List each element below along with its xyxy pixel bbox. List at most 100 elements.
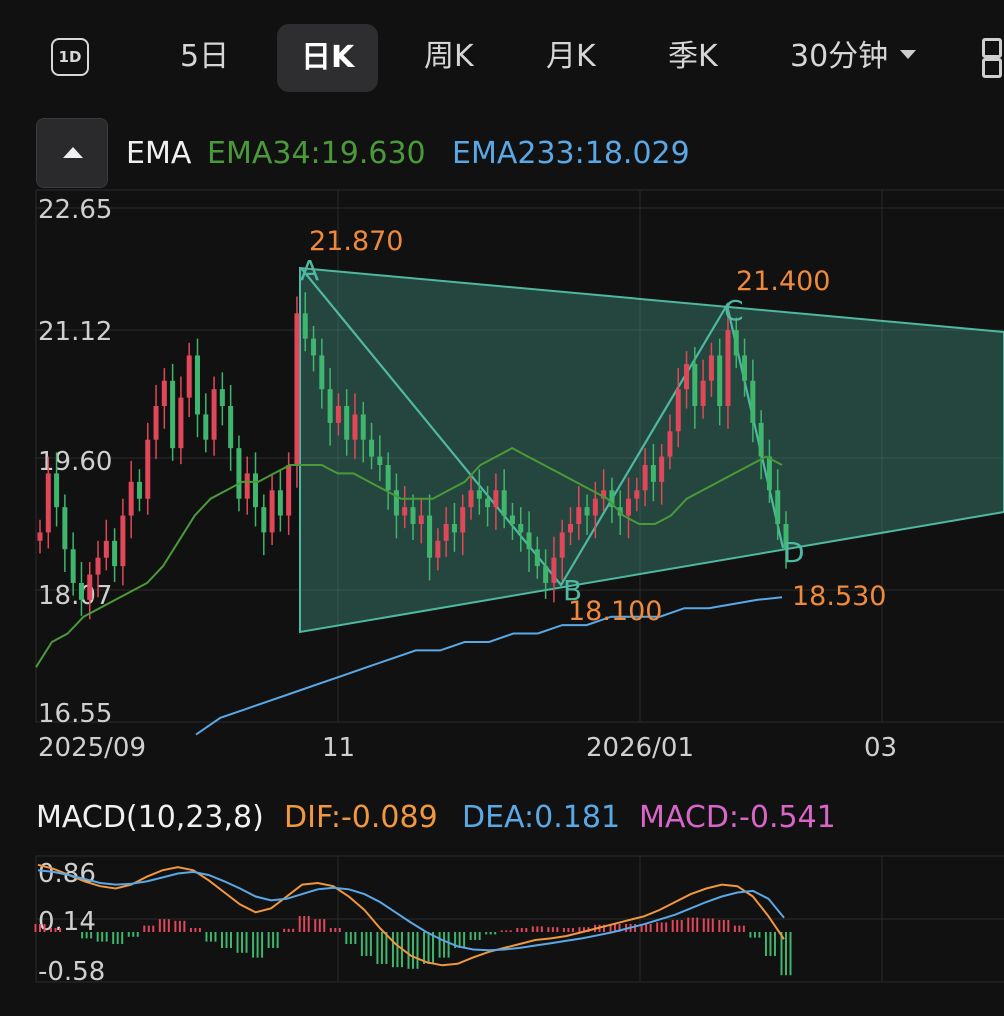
candle-body: [62, 507, 68, 550]
candle-body: [335, 406, 341, 423]
candle-body: [95, 557, 101, 575]
candle-body: [87, 574, 93, 600]
candle-body: [659, 456, 665, 482]
candle-body: [369, 439, 375, 457]
candle-body: [559, 532, 565, 558]
candle-body: [576, 507, 582, 524]
candle-body: [344, 406, 350, 440]
candle-body: [186, 355, 192, 398]
candle-body: [136, 481, 142, 499]
candle-body: [634, 490, 640, 499]
candle-body: [45, 473, 51, 533]
candle-body: [468, 490, 474, 508]
date-tick-label: 2025/09: [38, 733, 146, 763]
candle-body: [667, 431, 673, 457]
candle-body: [54, 473, 60, 508]
candle-body: [708, 355, 714, 381]
pattern-value-label: 18.530: [792, 581, 886, 612]
candle-body: [253, 473, 259, 508]
date-tick-label: 03: [864, 733, 897, 763]
candle-body: [684, 363, 690, 390]
candle-body: [37, 532, 43, 541]
macd-tick-label: -0.58: [38, 957, 105, 987]
triangle-pattern: [299, 266, 1004, 634]
pattern-point-label: A: [300, 254, 319, 287]
candle-body: [261, 507, 267, 533]
price-tick-label: 16.55: [38, 699, 112, 729]
candle-body: [725, 330, 731, 407]
candle-body: [750, 380, 756, 423]
candle-body: [526, 532, 532, 550]
candle-body: [626, 498, 632, 516]
candle-body: [733, 330, 739, 356]
candle-body: [435, 540, 441, 558]
candle-body: [385, 465, 391, 491]
pattern-point-label: D: [783, 536, 805, 569]
candle-body: [269, 490, 275, 533]
candle-body: [302, 313, 308, 339]
candle-body: [509, 515, 515, 524]
candle-body: [642, 465, 648, 491]
candle-body: [692, 363, 698, 407]
candle-body: [145, 439, 151, 499]
candle-body: [286, 465, 292, 516]
candle-body: [443, 523, 449, 541]
candle-body: [120, 515, 126, 567]
candle-body: [493, 490, 499, 508]
candle-body: [543, 566, 549, 583]
candle-body: [451, 523, 457, 533]
candle-body: [277, 490, 283, 516]
candle-body: [170, 380, 176, 449]
candle-body: [194, 355, 200, 415]
candle-body: [650, 465, 656, 482]
candle-body: [410, 507, 416, 524]
date-tick-label: 2026/01: [586, 733, 694, 763]
candle-body: [675, 389, 681, 432]
candle-body: [485, 498, 491, 508]
pattern-point-label: C: [724, 294, 744, 327]
candle-body: [128, 481, 134, 516]
candle-body: [70, 549, 76, 583]
pattern-value-label: 18.100: [568, 596, 662, 627]
candle-body: [742, 355, 748, 381]
candle-body: [402, 507, 408, 516]
candle-body: [476, 490, 482, 499]
candle-body: [178, 397, 184, 449]
candle-body: [766, 456, 772, 491]
price-tick-label: 19.60: [38, 447, 112, 477]
candle-body: [518, 523, 524, 533]
candle-body: [327, 389, 333, 423]
candle-body: [758, 422, 764, 457]
candle-body: [244, 473, 250, 499]
candle-body: [161, 380, 167, 407]
date-tick-label: 11: [322, 733, 355, 763]
candle-body: [534, 549, 540, 567]
candle-body: [203, 414, 209, 440]
candle-body: [717, 355, 723, 407]
candle-body: [418, 515, 424, 524]
candle-body: [294, 313, 300, 465]
candle-body: [78, 582, 84, 600]
candle-body: [153, 406, 159, 440]
pattern-value-label: 21.400: [736, 266, 830, 297]
candle-body: [103, 540, 109, 558]
price-tick-label: 21.12: [38, 317, 112, 347]
candle-body: [377, 456, 383, 465]
candle-body: [228, 406, 234, 449]
chart-canvas[interactable]: 22.6521.1219.6018.0716.552025/09 11 2026/0…: [0, 0, 1004, 1016]
dea-line: [37, 869, 785, 952]
candle-body: [551, 557, 557, 583]
candle-body: [700, 380, 706, 407]
candle-body: [352, 414, 358, 440]
candle-body: [393, 490, 399, 516]
candle-body: [211, 389, 217, 440]
candle-body: [501, 490, 507, 516]
candle-body: [319, 355, 325, 390]
candle-body: [592, 498, 598, 516]
candle-body: [775, 490, 781, 524]
pattern-value-label: 21.870: [309, 226, 403, 257]
candle-body: [360, 414, 366, 440]
candle-body: [236, 448, 242, 499]
ema233-line: [195, 596, 783, 736]
candle-body: [567, 523, 573, 533]
